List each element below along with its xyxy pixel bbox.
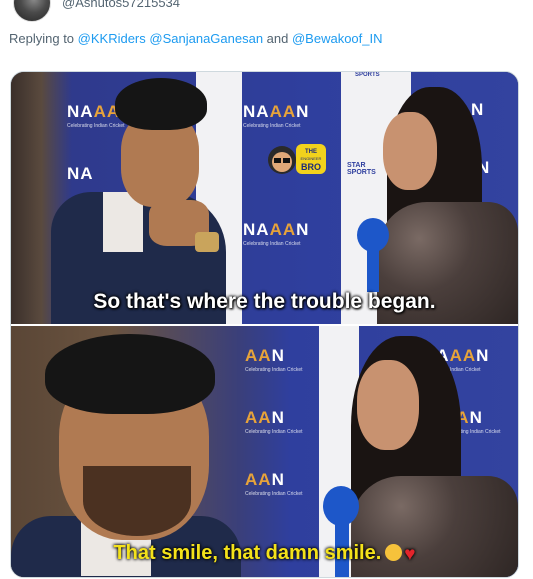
and-word: and xyxy=(263,31,292,46)
sticker-text-the: THE xyxy=(305,149,317,155)
avatar[interactable] xyxy=(13,0,51,22)
microphone xyxy=(357,218,389,252)
star-sports-logo: STAR SPORTS xyxy=(347,162,376,176)
naman-logo: NAAANCelebrating Indian Cricket xyxy=(243,102,310,129)
man-hair xyxy=(45,334,215,414)
meme-panel-top: NAAA Celebrating Indian Cricket NAAAN Cele… xyxy=(11,72,518,324)
sports-label: SPORTS xyxy=(355,72,380,78)
naman-logo: NAAANCelebrating Indian Cricket xyxy=(243,220,310,247)
tweet-header: @Ashutos57215534 xyxy=(0,0,533,24)
sticker-text-engineer: ENGINEER xyxy=(301,156,322,161)
mention-kkriders[interactable]: @KKRiders xyxy=(78,31,146,46)
relieved-face-icon xyxy=(385,544,403,561)
mention-bewakoof[interactable]: @Bewakoof_IN xyxy=(292,31,383,46)
user-handle[interactable]: @Ashutos57215534 xyxy=(62,0,180,10)
microphone-handle xyxy=(367,248,379,292)
microphone xyxy=(323,486,359,526)
man-hair xyxy=(115,78,207,130)
replying-to-label: Replying to xyxy=(9,31,78,46)
heart-icon: ♥ xyxy=(404,544,416,565)
watch xyxy=(195,232,219,252)
tweet-image[interactable]: NAAA Celebrating Indian Cricket NAAAN Cele… xyxy=(10,71,519,578)
caption-bottom: That smile, that damn smile. ♥ xyxy=(11,542,518,566)
caption-top: So that's where the trouble began. xyxy=(93,290,436,313)
mention-sanjanaganesan[interactable]: @SanjanaGanesan xyxy=(149,31,263,46)
woman-face xyxy=(383,112,437,190)
naman-logo: N xyxy=(471,100,485,119)
meme-panel-bottom: AAN Celebrating Indian Cricket AAN Celebra… xyxy=(11,326,518,577)
naman-logo: AANCelebrating Indian Cricket xyxy=(245,346,303,373)
engineer-bro-sticker: THE ENGINEER BRO xyxy=(268,144,326,174)
naman-logo: AANCelebrating Indian Cricket xyxy=(245,470,303,497)
naman-logo: NA xyxy=(67,164,94,183)
sticker-text-bro: BRO xyxy=(301,162,321,172)
woman-face xyxy=(357,360,419,450)
naman-logo: AANCelebrating Indian Cricket xyxy=(245,408,303,435)
man-beard xyxy=(83,466,191,536)
replying-to-line: Replying to @KKRiders @SanjanaGanesan an… xyxy=(9,31,383,46)
caption-bottom-text: That smile, that damn smile. xyxy=(113,542,382,564)
